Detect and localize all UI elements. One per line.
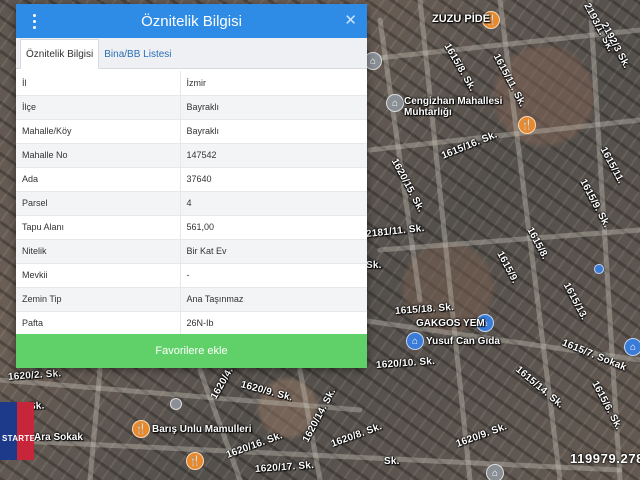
attribute-row: Zemin Tip Ana Taşınmaz [16, 287, 367, 312]
coordinate-readout: 119979.278 [570, 451, 640, 466]
attribute-value: Ana Taşınmaz [180, 287, 367, 312]
panel-title: Öznitelik Bilgisi [141, 12, 242, 30]
poi-label-yusuf: Yusuf Can Gıda [426, 336, 500, 347]
attribute-info-panel: Öznitelik Bilgisi ✕ Öznitelik Bilgisi Bi… [16, 4, 367, 368]
government-building-icon[interactable]: ⌂ [386, 94, 404, 112]
attribute-value: 147542 [180, 143, 367, 168]
panel-tabs: Öznitelik Bilgisi Bina/BB Listesi [16, 38, 367, 69]
attribute-key: Mahalle/Köy [16, 119, 181, 144]
attribute-row: Tapu Alanı 561,00 [16, 215, 367, 240]
logo [0, 402, 34, 460]
poi-label-baris: Barış Unlu Mamulleri [152, 424, 252, 435]
poi-label-gakgos: GAKGOS YEM [416, 318, 485, 329]
attribute-row: Pafta 26N-Ib [16, 311, 367, 336]
street-label: Sk. [366, 260, 382, 271]
restaurant-icon[interactable]: 🍴 [518, 116, 536, 134]
attribute-value: - [180, 263, 367, 288]
restaurant-icon[interactable]: 🍴 [132, 420, 150, 438]
info-marker-icon[interactable] [170, 398, 182, 410]
attribute-value: 26N-Ib [180, 311, 367, 336]
attribute-key: Mevkii [16, 263, 181, 288]
shopping-icon[interactable]: ⌂ [486, 464, 504, 480]
add-to-favorites-button[interactable]: Favorilere ekle [16, 334, 367, 368]
store-icon[interactable]: ⌂ [406, 332, 424, 350]
attribute-row: Mahalle No 147542 [16, 143, 367, 168]
location-pin-icon[interactable] [594, 264, 604, 274]
attribute-value: 561,00 [180, 215, 367, 240]
attribute-value: Bir Kat Ev [180, 239, 367, 264]
attribute-key: Mahalle No [16, 143, 181, 168]
poi-label-ara-sokak: Ara Sokak [34, 432, 83, 443]
attribute-table: İl İzmir İlçe Bayraklı Mahalle/Köy Bayraklı Ma… [16, 71, 367, 336]
attribute-row: Ada 37640 [16, 167, 367, 192]
attribute-key: Tapu Alanı [16, 215, 181, 240]
attribute-row: İl İzmir [16, 71, 367, 96]
attribute-key: İlçe [16, 95, 181, 120]
attribute-value: Bayraklı [180, 95, 367, 120]
attribute-key: İl [16, 71, 181, 96]
street-label: Sk. [384, 456, 400, 467]
attribute-row: Nitelik Bir Kat Ev [16, 239, 367, 264]
store-icon[interactable]: ⌂ [624, 338, 640, 356]
close-icon[interactable]: ✕ [344, 12, 357, 30]
attribute-value: İzmir [180, 71, 367, 96]
panel-header: Öznitelik Bilgisi ✕ [16, 4, 367, 38]
attribute-row: Mahalle/Köy Bayraklı [16, 119, 367, 144]
attribute-value: 37640 [180, 167, 367, 192]
poi-label-cengizhan: Cengizhan Mahallesi Muhtarlığı [404, 96, 503, 118]
tab-attribute-info[interactable]: Öznitelik Bilgisi [20, 39, 100, 69]
attribute-key: Pafta [16, 311, 181, 336]
attribute-value: 4 [180, 191, 367, 216]
attribute-key: Parsel [16, 191, 181, 216]
restaurant-icon[interactable]: 🍴 [186, 452, 204, 470]
attribute-value: Bayraklı [180, 119, 367, 144]
attribute-key: Nitelik [16, 239, 181, 264]
attribute-row: Mevkii - [16, 263, 367, 288]
attribute-row: Parsel 4 [16, 191, 367, 216]
attribute-key: Ada [16, 167, 181, 192]
attribute-key: Zemin Tip [16, 287, 181, 312]
tab-building-list[interactable]: Bina/BB Listesi [99, 40, 176, 68]
attribute-row: İlçe Bayraklı [16, 95, 367, 120]
poi-label-zuzu: ZUZU PİDE [432, 13, 491, 25]
more-vertical-icon[interactable] [24, 11, 44, 31]
